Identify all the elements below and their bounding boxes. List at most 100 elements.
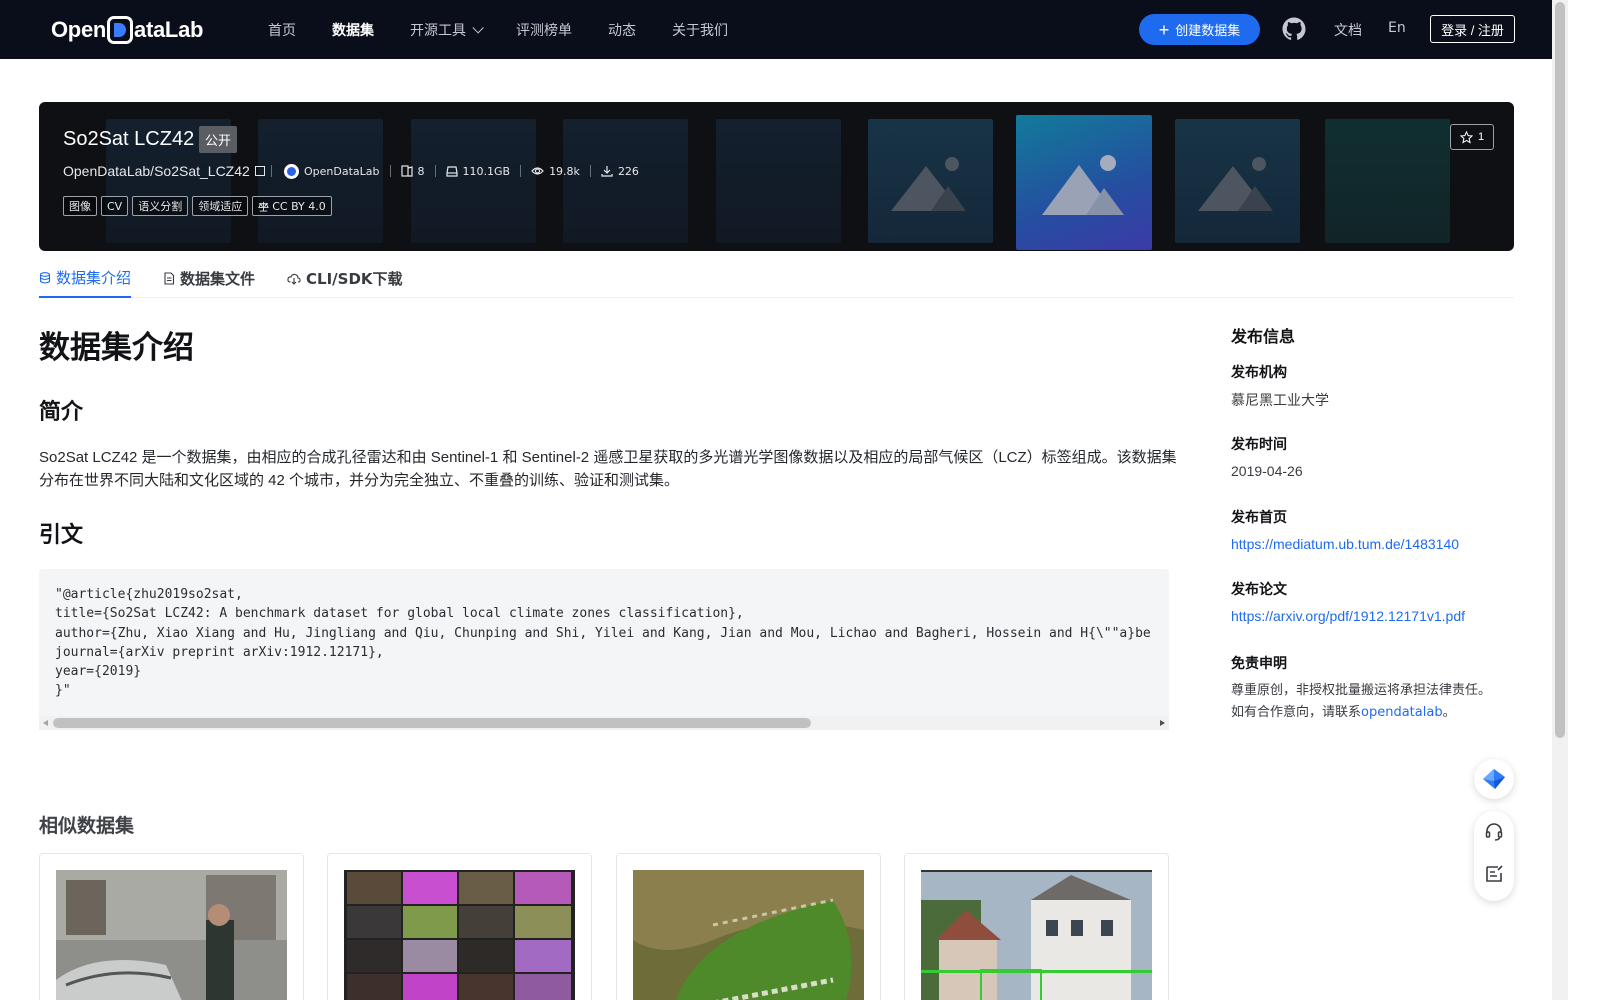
tab-dataset-files-label: 数据集文件 — [180, 270, 256, 288]
citation-code-block[interactable]: "@article{zhu2019so2sat, title={So2Sat L… — [39, 569, 1169, 730]
tab-dataset-files[interactable]: 数据集文件 — [163, 259, 255, 298]
code-horizontal-scrollbar[interactable] — [39, 716, 1169, 730]
tag-license-text: CC BY 4.0 — [272, 199, 326, 213]
meta-divider — [389, 165, 391, 177]
scroll-right-arrow-icon[interactable] — [1160, 720, 1165, 726]
nav-datasets[interactable]: 数据集 — [332, 20, 374, 40]
dataset-meta: OpenDataLab 8 110.1GB 19.8k 226 — [271, 163, 639, 179]
dataset-tabs: 数据集介绍 数据集文件 CLI/SDK下载 — [39, 259, 1514, 298]
tag-image[interactable]: 图像 — [63, 196, 97, 216]
eye-icon — [531, 167, 544, 175]
similar-dataset-card[interactable] — [39, 853, 304, 1000]
intro-heading: 简介 — [39, 400, 84, 425]
meta-views: 19.8k — [531, 165, 580, 178]
tab-cli-sdk-label: CLI/SDK下载 — [306, 270, 403, 288]
meta-files: 8 — [400, 164, 425, 178]
meta-divider — [589, 165, 591, 177]
floating-tools — [1474, 811, 1514, 901]
tag-domain-adaptation[interactable]: 领域适应 — [192, 196, 249, 216]
disclaimer-line-1: 尊重原创，非授权批量搬运将承担法律责任。 — [1231, 683, 1492, 698]
star-count: 1 — [1477, 131, 1485, 143]
disclaimer-text: 尊重原创，非授权批量搬运将承担法律责任。 如有合作意向，请联系opendatal… — [1231, 680, 1521, 724]
storage-icon — [445, 166, 458, 177]
page-title: 数据集介绍 — [39, 330, 194, 366]
nav-news[interactable]: 动态 — [608, 20, 636, 40]
code-scrollbar-thumb[interactable] — [53, 718, 811, 728]
chevron-down-icon — [472, 21, 484, 34]
release-info-title: 发布信息 — [1231, 327, 1296, 346]
files-icon — [400, 165, 413, 177]
opendatalab-logo[interactable]: Open ataLab — [51, 15, 203, 45]
assistant-bird-icon — [1483, 769, 1505, 789]
homepage-label: 发布首页 — [1231, 510, 1287, 526]
page-scrollbar[interactable] — [1552, 0, 1568, 1000]
nav-home[interactable]: 首页 — [268, 20, 296, 40]
banner-thumbnail — [1325, 119, 1450, 243]
page-scrollbar-thumb[interactable] — [1555, 2, 1565, 738]
meta-org[interactable]: OpenDataLab — [284, 163, 380, 179]
similar-dataset-card[interactable] — [327, 853, 592, 1000]
image-placeholder-icon — [1197, 157, 1273, 211]
tag-semantic-segmentation[interactable]: 语义分割 — [132, 196, 189, 216]
dataset-path-text: OpenDataLab/So2Sat_LCZ42 — [63, 163, 250, 179]
image-placeholder-icon — [1042, 154, 1124, 215]
top-navbar: Open ataLab 首页 数据集 开源工具 评测榜单 动态 关于我们 + 创建数… — [0, 0, 1552, 59]
tag-license[interactable]: CC BY 4.0 — [252, 196, 332, 216]
banner-thumbnail — [563, 119, 688, 243]
paper-link[interactable]: https://arxiv.org/pdf/1912.12171v1.pdf — [1231, 608, 1465, 624]
dataset-thumbnail-image — [344, 870, 575, 1000]
star-button[interactable]: 1 — [1450, 124, 1494, 150]
release-date-label: 发布时间 — [1231, 437, 1287, 453]
publisher-value: 慕尼黑工业大学 — [1231, 392, 1329, 408]
nav-leaderboard[interactable]: 评测榜单 — [516, 20, 572, 40]
feedback-icon[interactable] — [1484, 864, 1504, 884]
scroll-left-arrow-icon[interactable] — [43, 720, 48, 726]
banner-thumbnail — [258, 119, 383, 243]
dataset-thumbnail-image — [921, 870, 1152, 1000]
homepage-link[interactable]: https://mediatum.ub.tum.de/1483140 — [1231, 536, 1459, 552]
meta-downloads-text: 226 — [617, 164, 639, 178]
paper-label: 发布论文 — [1231, 582, 1287, 598]
meta-divider — [520, 165, 522, 177]
headset-icon[interactable] — [1484, 822, 1504, 842]
dataset-thumbnail-image — [633, 870, 864, 1000]
tab-dataset-intro-label: 数据集介绍 — [56, 269, 132, 287]
dataset-title: So2Sat LCZ42 — [63, 128, 195, 150]
publisher-label: 发布机构 — [1231, 365, 1287, 381]
similar-datasets-heading: 相似数据集 — [39, 815, 135, 837]
disclaimer-contact-text: 如有合作意向，请联系 — [1231, 705, 1362, 720]
login-register-button[interactable]: 登录 / 注册 — [1430, 15, 1515, 43]
github-icon[interactable] — [1282, 17, 1306, 41]
nav-about[interactable]: 关于我们 — [672, 20, 728, 40]
similar-dataset-card[interactable] — [616, 853, 881, 1000]
tab-cli-sdk[interactable]: CLI/SDK下载 — [287, 259, 403, 298]
scale-icon — [258, 201, 270, 212]
tag-cv[interactable]: CV — [101, 196, 129, 216]
assistant-button[interactable] — [1474, 759, 1514, 799]
contact-link[interactable]: opendatalab — [1361, 705, 1443, 720]
plus-icon: + — [1158, 19, 1170, 40]
image-placeholder-icon — [890, 157, 966, 211]
similar-dataset-card[interactable] — [904, 853, 1169, 1000]
nav-open-tools[interactable]: 开源工具 — [410, 20, 484, 40]
dataset-path: OpenDataLab/So2Sat_LCZ42 — [63, 163, 265, 179]
copy-icon[interactable] — [254, 166, 265, 176]
org-avatar-icon — [284, 163, 299, 179]
star-icon — [1459, 130, 1473, 144]
visibility-badge: 公开 — [199, 126, 238, 153]
language-switch[interactable]: En — [1388, 20, 1406, 36]
banner-thumbnail — [1175, 119, 1300, 243]
banner-thumbnail — [411, 119, 536, 243]
file-icon — [164, 272, 175, 285]
release-date-value: 2019-04-26 — [1231, 463, 1303, 479]
create-dataset-button[interactable]: + 创建数据集 — [1139, 14, 1260, 45]
main-menu: 首页 数据集 开源工具 评测榜单 动态 关于我们 — [268, 0, 764, 59]
tab-dataset-intro[interactable]: 数据集介绍 — [39, 259, 132, 298]
meta-size-text: 110.1GB — [462, 164, 511, 178]
intro-paragraph: So2Sat LCZ42 是一个数据集，由相应的合成孔径雷达和由 Sentine… — [39, 449, 1177, 489]
dataset-thumbnail-image — [56, 870, 287, 1000]
banner-thumbnail — [868, 119, 993, 243]
nav-docs[interactable]: 文档 — [1334, 20, 1362, 40]
meta-files-text: 8 — [417, 164, 425, 178]
database-icon — [39, 271, 51, 284]
